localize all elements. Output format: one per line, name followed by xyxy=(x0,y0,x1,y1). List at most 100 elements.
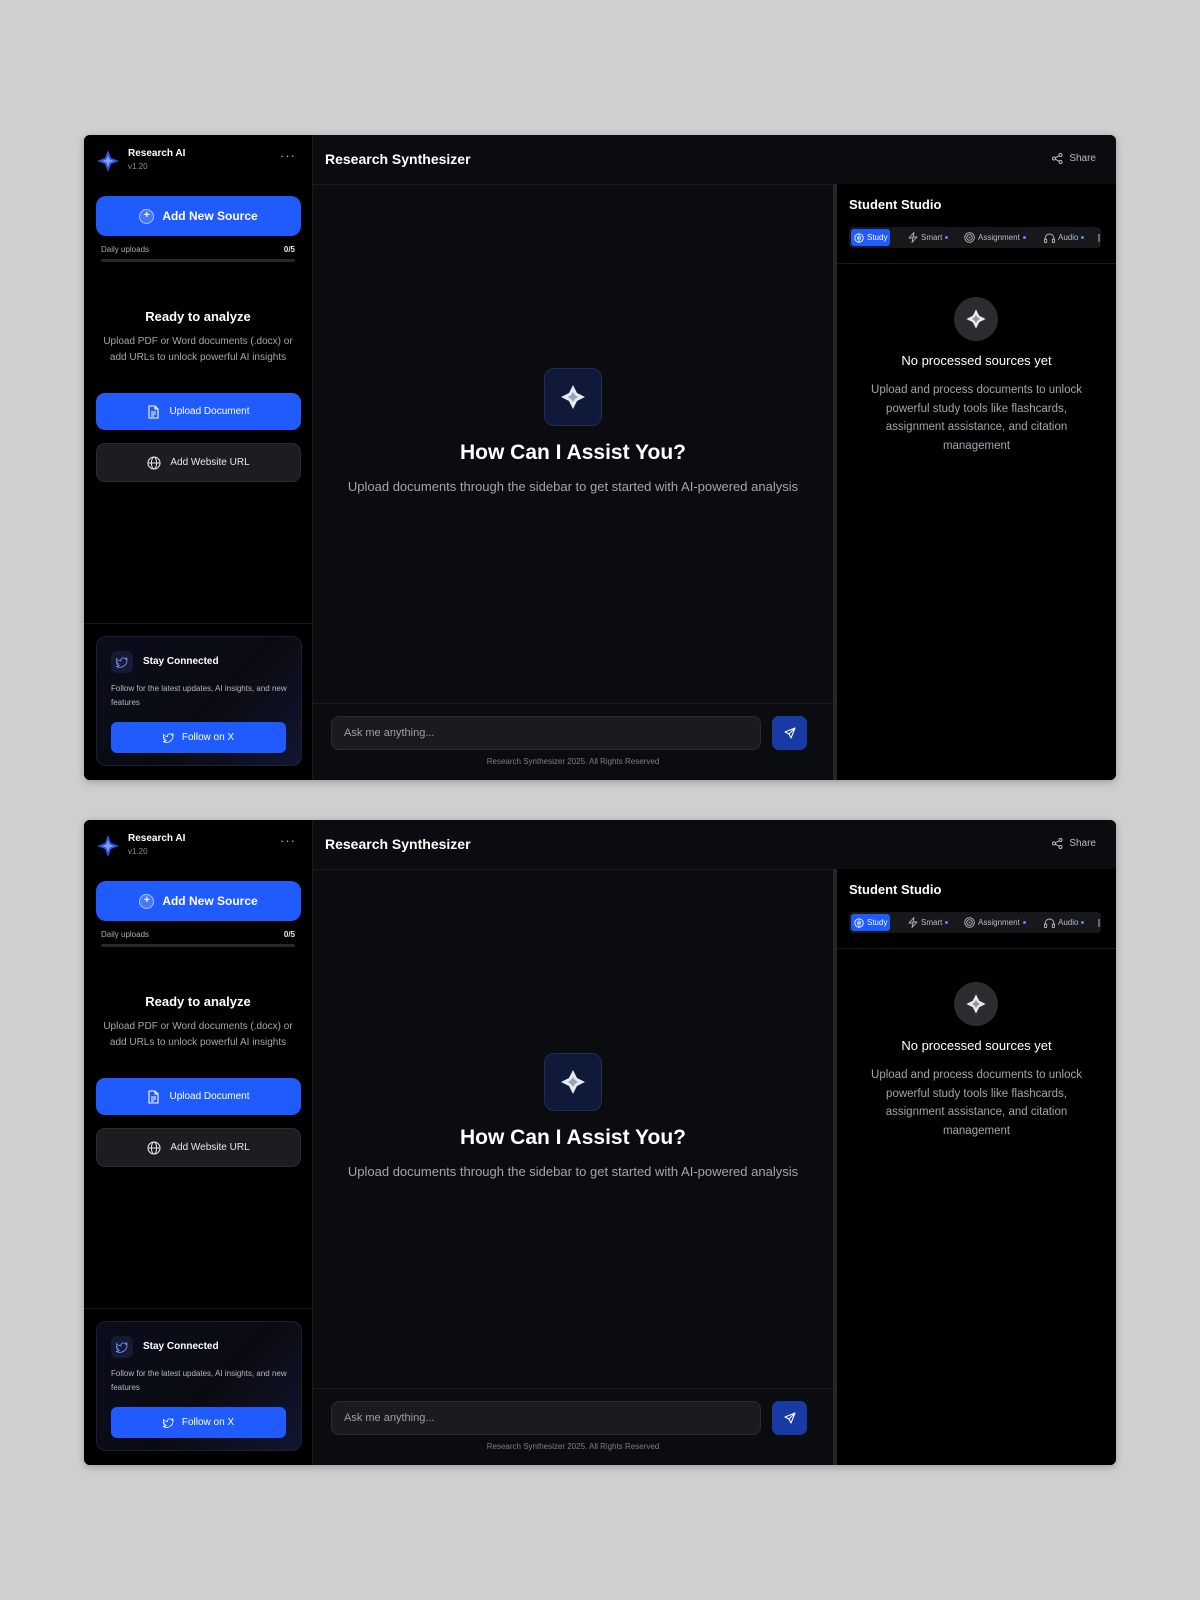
new-indicator-dot xyxy=(1022,236,1026,239)
share-button[interactable]: Share xyxy=(1052,838,1096,849)
sidebar: Research AI v1.20 ··· + Add New Source D… xyxy=(84,135,313,780)
brand-version: v1.20 xyxy=(128,162,148,171)
share-label: Share xyxy=(1069,153,1096,164)
add-new-source-button[interactable]: + Add New Source xyxy=(96,196,301,236)
more-options-button[interactable]: ··· xyxy=(280,148,296,163)
tab-assignment-label: Assignment xyxy=(978,918,1020,927)
tab-overflow[interactable] xyxy=(1095,229,1101,246)
tab-assignment-label: Assignment xyxy=(978,233,1020,242)
target-icon xyxy=(964,917,975,928)
brand-name: Research AI xyxy=(128,148,186,159)
tab-study[interactable]: Study xyxy=(851,914,891,931)
chat-area: How Can I Assist You? Upload documents t… xyxy=(313,820,833,1465)
ready-title: Ready to analyze xyxy=(145,994,251,1009)
follow-on-x-button[interactable]: Follow on X xyxy=(111,1407,286,1438)
new-indicator-dot xyxy=(1081,236,1085,239)
send-icon xyxy=(783,727,796,739)
chat-input[interactable] xyxy=(331,716,761,750)
chat-input[interactable] xyxy=(331,1401,761,1435)
add-new-source-button[interactable]: + Add New Source xyxy=(96,881,301,921)
tab-smart[interactable]: Smart xyxy=(905,229,951,246)
headphones-icon xyxy=(1044,233,1055,243)
page-title: Research Synthesizer xyxy=(325,151,471,167)
tab-assignment[interactable]: Assignment xyxy=(961,914,1029,931)
overflow-icon xyxy=(1098,918,1100,927)
upload-document-button[interactable]: Upload Document xyxy=(96,1078,301,1115)
chat-area: How Can I Assist You? Upload documents t… xyxy=(313,135,833,780)
add-new-source-label: Add New Source xyxy=(162,894,258,908)
upload-document-label: Upload Document xyxy=(169,1091,250,1102)
sidebar: Research AI v1.20 ··· + Add New Source D… xyxy=(84,820,313,1465)
stay-connected-description: Follow for the latest updates, AI insigh… xyxy=(111,684,287,707)
stay-connected-card: Stay Connected Follow for the latest upd… xyxy=(96,636,302,766)
bird-icon xyxy=(162,732,174,743)
share-icon xyxy=(1052,838,1063,849)
upload-document-button[interactable]: Upload Document xyxy=(96,393,301,430)
tab-smart-label: Smart xyxy=(921,233,943,242)
chat-divider xyxy=(313,1388,833,1389)
plus-circle-icon: + xyxy=(139,208,155,224)
sparkle-icon xyxy=(544,1053,602,1111)
target-icon xyxy=(964,232,975,243)
logo-icon xyxy=(97,150,119,172)
brand-name: Research AI xyxy=(128,833,186,844)
daily-uploads-progress xyxy=(101,259,295,262)
ready-description: Upload PDF or Word documents (.docx) or … xyxy=(103,1021,293,1048)
tab-audio[interactable]: Audio xyxy=(1041,229,1087,246)
app-window: Research AI v1.20 ··· + Add New Source D… xyxy=(84,135,1116,780)
bird-icon xyxy=(162,1417,174,1428)
follow-on-x-button[interactable]: Follow on X xyxy=(111,722,286,753)
follow-on-x-label: Follow on X xyxy=(181,1417,235,1428)
daily-uploads-label: Daily uploads xyxy=(101,245,150,254)
overflow-icon xyxy=(1098,233,1100,242)
hero-description: Upload documents through the sidebar to … xyxy=(347,1164,799,1179)
studio-title: Student Studio xyxy=(849,197,942,212)
daily-uploads-progress xyxy=(101,944,295,947)
tab-smart[interactable]: Smart xyxy=(905,914,951,931)
app-window: Research AI v1.20 ··· + Add New Source D… xyxy=(84,820,1116,1465)
add-website-url-label: Add Website URL xyxy=(170,457,250,468)
studio-tabs: Study Smart Assignment Audio xyxy=(849,912,1101,933)
bird-icon xyxy=(111,1336,133,1358)
tab-audio[interactable]: Audio xyxy=(1041,914,1087,931)
bolt-icon xyxy=(908,232,918,243)
sparkle-icon xyxy=(954,982,998,1026)
brand: Research AI v1.20 ··· xyxy=(96,146,306,176)
send-button[interactable] xyxy=(772,1401,807,1435)
tab-overflow[interactable] xyxy=(1095,914,1101,931)
follow-on-x-label: Follow on X xyxy=(181,732,235,743)
headphones-icon xyxy=(1044,918,1055,928)
tab-assignment[interactable]: Assignment xyxy=(961,229,1029,246)
globe-icon xyxy=(147,1140,161,1155)
studio-empty-title: No processed sources yet xyxy=(901,1038,1052,1053)
tab-study-label: Study xyxy=(867,233,888,242)
share-button[interactable]: Share xyxy=(1052,153,1096,164)
bird-icon xyxy=(111,651,133,673)
student-studio-panel: Student Studio Study Smart Assignment Au… xyxy=(837,869,1116,1465)
hero-description: Upload documents through the sidebar to … xyxy=(347,479,799,494)
add-new-source-label: Add New Source xyxy=(162,209,258,223)
sidebar-divider xyxy=(84,1308,312,1309)
top-bar: Research Synthesizer Share xyxy=(313,135,1116,185)
new-indicator-dot xyxy=(945,236,949,239)
new-indicator-dot xyxy=(1081,921,1085,924)
brand: Research AI v1.20 ··· xyxy=(96,831,306,861)
add-website-url-button[interactable]: Add Website URL xyxy=(96,1128,301,1167)
add-website-url-button[interactable]: Add Website URL xyxy=(96,443,301,482)
send-button[interactable] xyxy=(772,716,807,750)
new-indicator-dot xyxy=(945,921,949,924)
add-website-url-label: Add Website URL xyxy=(170,1142,250,1153)
footer-copyright: Research Synthesizer 2025. All Rights Re… xyxy=(486,1442,660,1451)
brand-version: v1.20 xyxy=(128,847,148,856)
hero-title: How Can I Assist You? xyxy=(460,1126,686,1149)
student-studio-panel: Student Studio Study Smart Assignment Au… xyxy=(837,184,1116,780)
studio-empty-description: Upload and process documents to unlock p… xyxy=(871,1069,1082,1137)
share-icon xyxy=(1052,153,1063,164)
chat-divider xyxy=(313,703,833,704)
screenshot-stack: Research AI v1.20 ··· + Add New Source D… xyxy=(0,0,1200,1600)
send-icon xyxy=(783,1412,796,1424)
upload-document-label: Upload Document xyxy=(169,406,250,417)
globe-icon xyxy=(147,455,161,470)
more-options-button[interactable]: ··· xyxy=(280,833,296,848)
tab-study[interactable]: Study xyxy=(851,229,891,246)
